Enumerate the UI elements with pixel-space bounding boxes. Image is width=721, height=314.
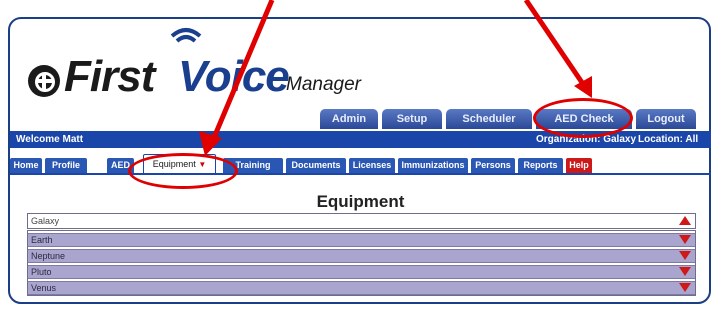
annotation-arrows	[199, 0, 592, 156]
arrow-to-aed-check	[523, 0, 586, 86]
arrow-to-equipment	[210, 0, 275, 141]
arrowhead-equipment	[199, 131, 222, 156]
arrowhead-aed-check	[574, 76, 592, 98]
